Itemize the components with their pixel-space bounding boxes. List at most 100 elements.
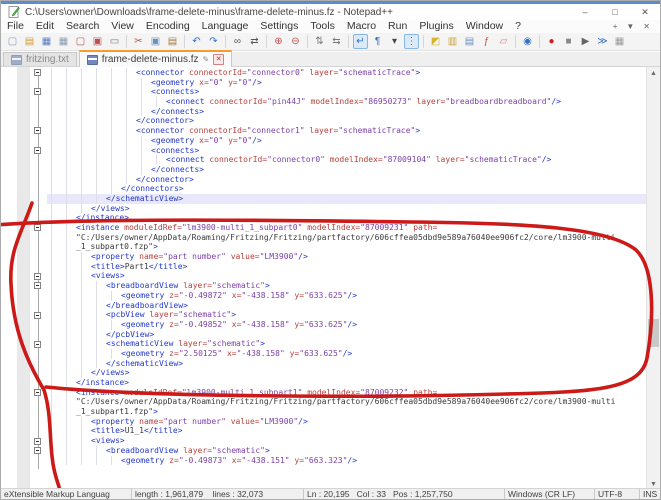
code-line[interactable]: </schematicView>: [47, 194, 646, 204]
code-line[interactable]: </connectors>: [47, 184, 646, 194]
code-line[interactable]: <title>U1_1</title>: [47, 426, 646, 436]
code-line[interactable]: <connects>: [47, 87, 646, 97]
code-line[interactable]: <geometry z="-0.49852" x="-438.158" y="6…: [47, 320, 646, 330]
run-macro-multiple-icon[interactable]: ≫: [595, 34, 610, 49]
code-line[interactable]: <geometry x="0" y="0"/>: [47, 78, 646, 88]
menu-item-run[interactable]: Run: [382, 20, 413, 33]
code-line[interactable]: <connector connectorId="connector0" laye…: [47, 68, 646, 78]
code-line[interactable]: <title>Part1</title>: [47, 262, 646, 272]
play-macro-icon[interactable]: ▶: [578, 34, 593, 49]
paste-icon[interactable]: ▤: [165, 34, 180, 49]
code-line[interactable]: <geometry z="2.50125" x="-438.158" y="63…: [47, 349, 646, 359]
menu-item-encoding[interactable]: Encoding: [140, 20, 196, 33]
fold-marker[interactable]: [34, 447, 41, 454]
code-line[interactable]: "C:/Users/owner/AppData/Roaming/Fritzing…: [47, 397, 646, 407]
menu-item-edit[interactable]: Edit: [30, 20, 60, 33]
code-line[interactable]: </breadboardView>: [47, 301, 646, 311]
code-line[interactable]: <connects>: [47, 146, 646, 156]
sync-vertical-icon[interactable]: ⇅: [312, 34, 327, 49]
undo-icon[interactable]: ↶: [189, 34, 204, 49]
fold-marker[interactable]: [34, 273, 41, 280]
fold-marker[interactable]: [34, 224, 41, 231]
menu-item-plugins[interactable]: Plugins: [413, 20, 459, 33]
zoom-in-icon[interactable]: ⊕: [271, 34, 286, 49]
replace-icon[interactable]: ⇄: [247, 34, 262, 49]
code-line[interactable]: <property name="part number" value="LM39…: [47, 252, 646, 262]
code-line[interactable]: </schematicView>: [47, 359, 646, 369]
fold-marker[interactable]: [34, 147, 41, 154]
code-line[interactable]: </pcbView>: [47, 330, 646, 340]
redo-icon[interactable]: ↷: [206, 34, 221, 49]
folder-as-workspace-icon[interactable]: ▱: [496, 34, 511, 49]
fold-marker[interactable]: [34, 341, 41, 348]
open-file-icon[interactable]: ▤: [22, 34, 37, 49]
scroll-up-arrow-icon[interactable]: ▲: [647, 67, 660, 80]
show-symbol-dropdown-icon[interactable]: ▾: [387, 34, 402, 49]
menu-item-view[interactable]: View: [105, 20, 140, 33]
close-doc-icon[interactable]: ✕: [643, 22, 650, 31]
code-editor[interactable]: <connector connectorId="connector0" laye…: [1, 67, 660, 491]
code-line[interactable]: </connects>: [47, 165, 646, 175]
user-defined-dialog-icon[interactable]: ◩: [428, 34, 443, 49]
code-line[interactable]: </instance>: [47, 213, 646, 223]
menu-item-macro[interactable]: Macro: [341, 20, 382, 33]
fold-marker[interactable]: [34, 69, 41, 76]
word-wrap-icon[interactable]: ↵: [353, 34, 368, 49]
code-line[interactable]: <geometry z="-0.49873" x="-438.151" y="6…: [47, 456, 646, 466]
tab-frame-delete-minus.fz[interactable]: frame-delete-minus.fz✎✕: [79, 50, 232, 67]
menu-item-language[interactable]: Language: [196, 20, 255, 33]
close-button[interactable]: ✕: [630, 4, 660, 20]
code-line[interactable]: "C:/Users/owner/AppData/Roaming/Fritzing…: [47, 233, 646, 243]
code-line[interactable]: _1_subpart0.fzp">: [47, 242, 646, 252]
fold-marker[interactable]: [34, 312, 41, 319]
tab-fritzing.txt[interactable]: fritzing.txt: [3, 52, 77, 66]
save-macro-icon[interactable]: ▦: [612, 34, 627, 49]
fold-marker[interactable]: [34, 389, 41, 396]
code-line[interactable]: <connector connectorId="connector1" laye…: [47, 126, 646, 136]
maximize-button[interactable]: □: [600, 4, 630, 20]
code-line[interactable]: <views>: [47, 271, 646, 281]
print-icon[interactable]: ▭: [107, 34, 122, 49]
zoom-out-icon[interactable]: ⊖: [288, 34, 303, 49]
tab-list-icon[interactable]: ▼: [626, 22, 634, 31]
tab-close-icon[interactable]: ✕: [213, 54, 224, 65]
new-tab-icon[interactable]: +: [613, 22, 618, 31]
document-list-icon[interactable]: ▤: [462, 34, 477, 49]
code-line[interactable]: </views>: [47, 204, 646, 214]
code-line[interactable]: </instance>: [47, 378, 646, 388]
vertical-scrollbar[interactable]: ▲ ▼: [646, 67, 660, 491]
cut-icon[interactable]: ✂: [131, 34, 146, 49]
code-line[interactable]: <connect connectorId="pin44J" modelIndex…: [47, 97, 646, 107]
code-line[interactable]: </views>: [47, 368, 646, 378]
code-line[interactable]: <property name="part number" value="LM39…: [47, 417, 646, 427]
close-file-icon[interactable]: ▢: [73, 34, 88, 49]
code-line[interactable]: </connects>: [47, 107, 646, 117]
indent-guide-icon[interactable]: ⋮: [404, 34, 419, 49]
save-icon[interactable]: ▦: [39, 34, 54, 49]
menu-item-file[interactable]: File: [1, 20, 30, 33]
fold-marker[interactable]: [34, 438, 41, 445]
minimize-button[interactable]: –: [570, 4, 600, 20]
function-list-icon[interactable]: ƒ: [479, 34, 494, 49]
fold-marker[interactable]: [34, 127, 41, 134]
code-line[interactable]: <breadboardView layer="schematic">: [47, 281, 646, 291]
code-line[interactable]: <breadboardView layer="schematic">: [47, 446, 646, 456]
code-line[interactable]: <schematicView layer="schematic">: [47, 339, 646, 349]
copy-icon[interactable]: ▣: [148, 34, 163, 49]
code-line[interactable]: </connector>: [47, 116, 646, 126]
menu-item-tools[interactable]: Tools: [304, 20, 341, 33]
menu-item-window[interactable]: Window: [460, 20, 509, 33]
stop-macro-icon[interactable]: ■: [561, 34, 576, 49]
new-file-icon[interactable]: ▢: [5, 34, 20, 49]
record-macro-icon[interactable]: ●: [544, 34, 559, 49]
code-line[interactable]: <geometry x="0" y="0"/>: [47, 136, 646, 146]
menu-item-settings[interactable]: Settings: [254, 20, 304, 33]
code-line[interactable]: </connector>: [47, 175, 646, 185]
show-all-characters-icon[interactable]: ¶: [370, 34, 385, 49]
menu-item-search[interactable]: Search: [60, 20, 105, 33]
code-line[interactable]: _1_subpart1.fzp">: [47, 407, 646, 417]
code-line[interactable]: <instance moduleIdRef="lm3900-multi_1_su…: [47, 223, 646, 233]
save-all-icon[interactable]: ▦: [56, 34, 71, 49]
code-line[interactable]: <instance moduleIdRef="lm3900-multi_1_su…: [47, 388, 646, 398]
close-all-icon[interactable]: ▣: [90, 34, 105, 49]
